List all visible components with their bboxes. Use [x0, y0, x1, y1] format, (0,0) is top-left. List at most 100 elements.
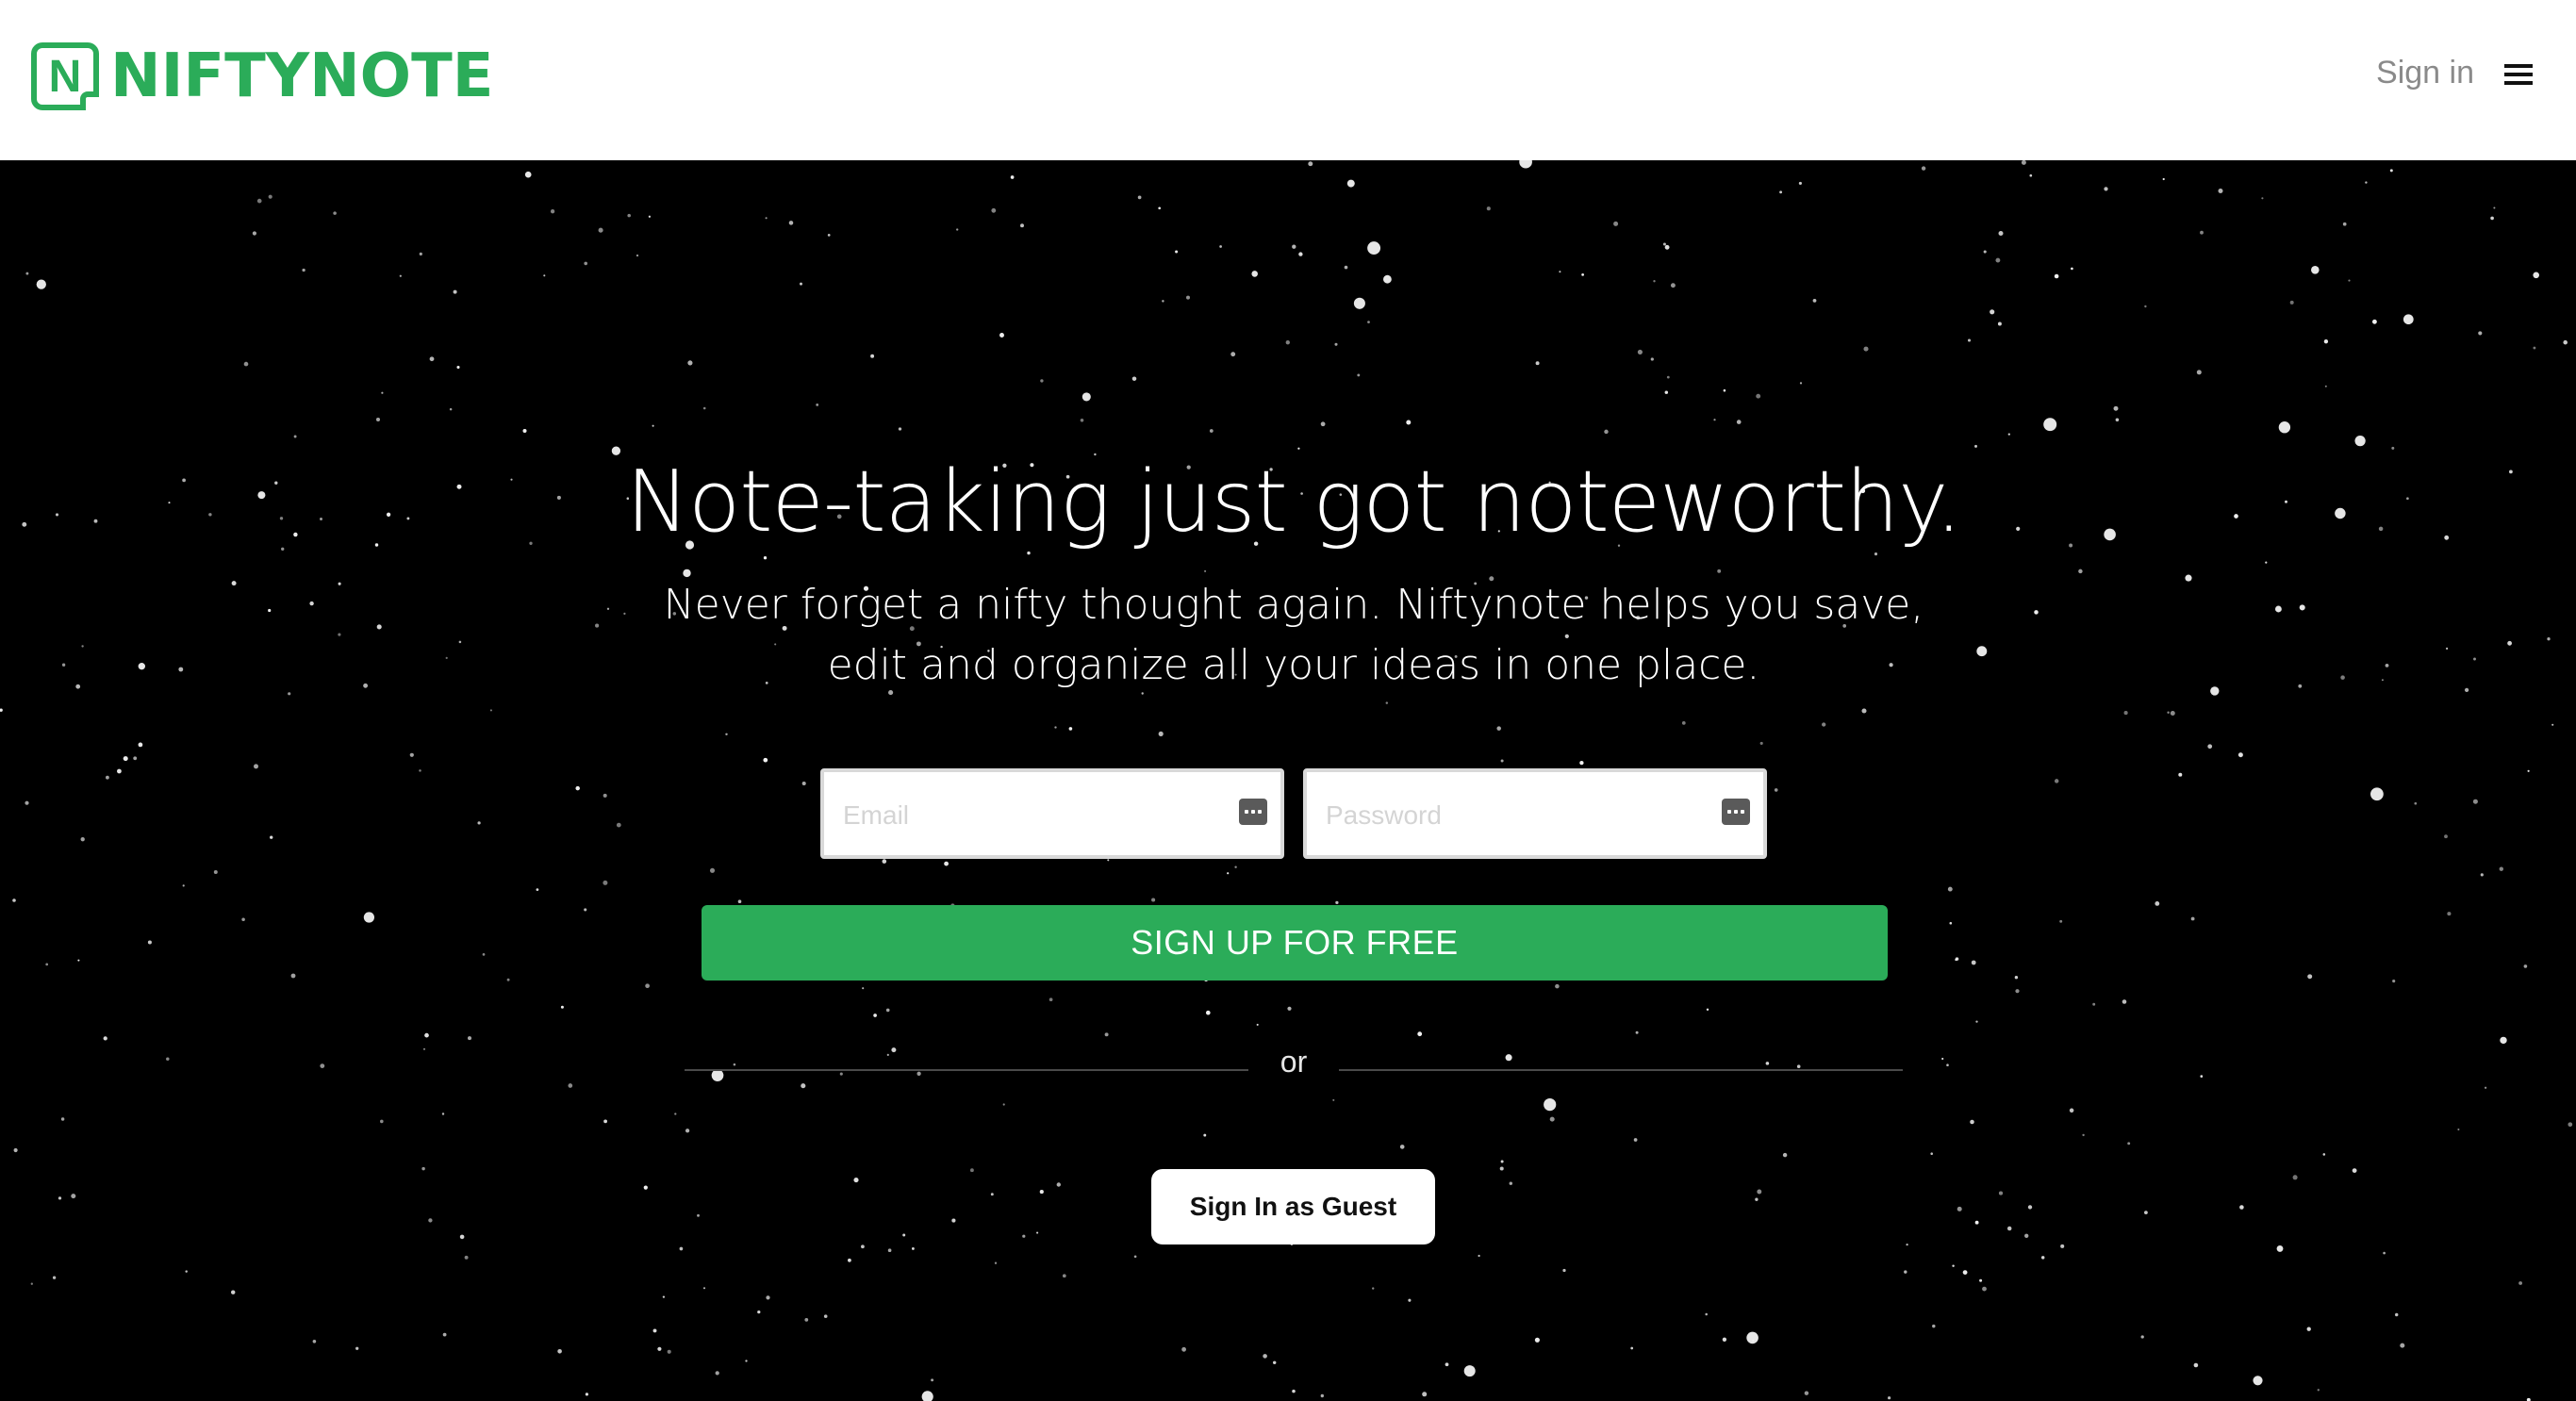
star [2500, 1036, 2507, 1045]
hamburger-menu-icon[interactable] [2504, 64, 2533, 85]
star [375, 417, 381, 422]
star [2167, 711, 2170, 714]
password-input[interactable] [1324, 793, 1686, 838]
star [441, 1113, 445, 1115]
star [1562, 1268, 1566, 1273]
star [1888, 1396, 1891, 1400]
star [1874, 552, 1878, 556]
star [1505, 1054, 1512, 1062]
star [243, 361, 249, 367]
star [453, 289, 457, 294]
star [999, 333, 1004, 338]
star [182, 884, 185, 887]
password-autofill-keyboard-icon[interactable] [1722, 799, 1750, 825]
star [662, 1295, 666, 1298]
star [1998, 231, 2004, 236]
star [230, 1290, 236, 1294]
star [2276, 1244, 2284, 1252]
star [1251, 271, 1258, 277]
star [123, 756, 128, 762]
star [185, 1270, 188, 1273]
star [1332, 1098, 1335, 1101]
star [1534, 1337, 1540, 1343]
star [442, 1332, 447, 1337]
star [1406, 420, 1412, 425]
star [1579, 760, 1584, 766]
star [380, 1119, 384, 1124]
star [715, 1371, 719, 1376]
star [25, 272, 29, 275]
star [2207, 744, 2213, 750]
star [603, 1119, 607, 1124]
star [2007, 433, 2010, 436]
star [2348, 279, 2351, 282]
star [1027, 551, 1031, 555]
star [1181, 1346, 1186, 1352]
star [1555, 983, 1560, 989]
logo[interactable]: N NIFTYNOTE [31, 40, 493, 113]
star [1158, 206, 1162, 210]
star [2354, 435, 2366, 447]
star [994, 1261, 998, 1264]
star [1799, 382, 1803, 385]
star [931, 1378, 934, 1382]
sign-up-button[interactable]: SIGN UP FOR FREE [702, 905, 1888, 981]
star [951, 1218, 956, 1223]
star [2155, 900, 2160, 906]
star [2140, 1335, 2144, 1339]
star [2307, 974, 2313, 980]
sign-in-as-guest-button[interactable]: Sign In as Guest [1151, 1169, 1435, 1244]
email-autofill-keyboard-icon[interactable] [1239, 799, 1267, 825]
star [1285, 340, 1290, 345]
star [1478, 1254, 1480, 1258]
star [2478, 331, 2483, 336]
or-divider-left [685, 1069, 1248, 1071]
star [1227, 872, 1230, 875]
star [1500, 759, 1504, 763]
star [911, 1246, 915, 1250]
star [506, 978, 510, 981]
star [1068, 727, 1073, 731]
star [2021, 160, 2026, 165]
email-input[interactable] [841, 793, 1203, 838]
star [823, 1314, 828, 1318]
star [1664, 390, 1669, 394]
star [2403, 314, 2414, 325]
sign-in-link[interactable]: Sign in [2376, 55, 2474, 91]
star [902, 1233, 906, 1237]
star [1062, 1274, 1066, 1278]
star [1979, 1278, 1983, 1282]
star [1947, 886, 1953, 892]
star [2324, 385, 2327, 387]
star [2317, 1389, 2320, 1392]
star [1757, 1189, 1762, 1195]
star [1705, 1312, 1708, 1316]
star [320, 1063, 325, 1069]
star [584, 261, 588, 266]
star [1334, 342, 1338, 346]
star [788, 221, 794, 225]
star [1779, 190, 1783, 194]
star [2457, 1128, 2460, 1131]
star [2127, 1142, 2131, 1146]
star [1549, 1116, 1555, 1122]
star [1417, 1031, 1423, 1037]
star [2239, 1205, 2244, 1210]
star [1921, 166, 1926, 171]
star [409, 752, 414, 757]
star [2092, 1002, 2096, 1006]
star [2054, 273, 2059, 279]
star [2029, 173, 2033, 177]
star [1263, 1354, 1267, 1359]
star [2006, 1226, 2012, 1231]
star [1904, 1270, 1907, 1274]
star [254, 764, 258, 769]
star [1756, 393, 1761, 399]
star [598, 227, 603, 233]
email-field[interactable] [820, 768, 1284, 859]
star [745, 1360, 748, 1362]
star [1209, 429, 1214, 433]
star [1151, 898, 1156, 902]
star [2306, 1327, 2311, 1331]
password-field[interactable] [1303, 768, 1767, 859]
